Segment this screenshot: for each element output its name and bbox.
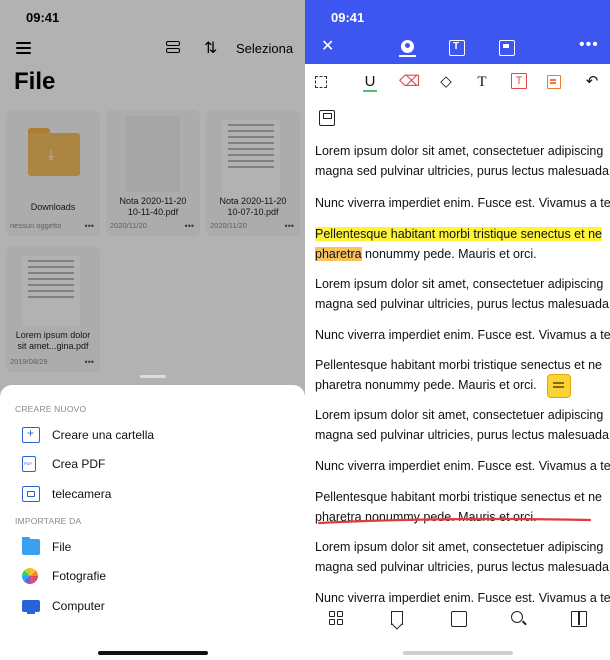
pages-icon[interactable] (451, 611, 467, 627)
action-sheet: CREARE NUOVO Creare una cartella Crea PD… (0, 375, 305, 660)
bookmark-icon[interactable] (391, 611, 403, 625)
reading-mode-icon[interactable] (571, 611, 587, 627)
annotate-tab-icon[interactable] (399, 40, 416, 57)
paragraph: Lorem ipsum dolor sit amet, consectetuer… (315, 144, 609, 178)
camera-scan-icon (22, 486, 40, 502)
save-icon[interactable] (319, 110, 335, 126)
camera-item[interactable]: telecamera (22, 483, 292, 505)
item-label: telecamera (52, 487, 112, 501)
import-files-item[interactable]: File (22, 536, 292, 558)
more-icon[interactable]: ••• (579, 36, 599, 54)
item-label: File (52, 540, 72, 554)
editor-topbar: 09:41 ✕ ••• (305, 0, 610, 64)
create-folder-item[interactable]: Creare una cartella (22, 424, 292, 446)
paragraph: Lorem ipsum dolor sit amet, consectetuer… (315, 408, 609, 442)
highlight-yellow[interactable]: Pellentesque habitant morbi tristique se… (315, 227, 602, 241)
files-folder-icon (22, 537, 40, 555)
highlighter-eraser-icon[interactable]: ⌫ (399, 73, 420, 91)
photos-icon (22, 568, 38, 584)
select-area-icon[interactable] (315, 76, 327, 88)
paragraph-highlighted[interactable]: Pellentesque habitant morbi tristique se… (315, 224, 610, 264)
status-time: 09:41 (331, 10, 365, 25)
close-icon[interactable]: ✕ (321, 39, 334, 55)
import-computer-item[interactable]: Computer (22, 595, 292, 617)
item-label: Fotografie (52, 569, 107, 583)
paragraph: Nunc viverra imperdiet enim. Fusce est. … (315, 196, 610, 210)
item-label: Creare una cartella (52, 428, 155, 442)
computer-wifi-icon (22, 600, 40, 614)
item-label: Crea PDF (52, 457, 106, 471)
textbox-tool-icon[interactable]: T (511, 73, 527, 89)
files-screen: 09:41 ⇅ Seleziona File ⤓ Downloads nessu… (0, 0, 305, 660)
undo-icon[interactable]: ↶ (583, 73, 601, 91)
note-tool-icon[interactable] (547, 75, 561, 89)
import-photos-item[interactable]: Fotografie (22, 565, 292, 587)
search-icon[interactable] (511, 611, 523, 623)
create-pdf-item[interactable]: Crea PDF (22, 453, 292, 475)
comment-note-icon[interactable] (547, 374, 571, 398)
text-tool-icon[interactable]: T (473, 73, 491, 91)
paragraph: Lorem ipsum dolor sit amet, consectetuer… (315, 540, 609, 574)
image-edit-tab-icon[interactable] (499, 40, 515, 56)
home-indicator (98, 651, 208, 655)
section-header-create: CREARE NUOVO (15, 404, 87, 414)
eraser-icon[interactable]: ◇ (437, 73, 455, 91)
sheet-grabber[interactable] (140, 375, 166, 378)
editor-bottom-bar (305, 605, 610, 635)
section-header-import: IMPORTARE DA (15, 516, 82, 526)
pdf-icon (22, 456, 36, 472)
folder-plus-icon (22, 426, 40, 443)
paragraph: Nunc viverra imperdiet enim. Fusce est. … (315, 459, 610, 473)
red-ink-underline[interactable] (317, 516, 592, 526)
home-indicator (403, 651, 513, 655)
underline-icon[interactable]: U (361, 73, 379, 92)
pdf-editor-screen: 09:41 ✕ ••• U ⌫ ◇ T T ↶ Lorem ipsum dolo… (305, 0, 610, 660)
paragraph: Nunc viverra imperdiet enim. Fusce est. … (315, 328, 610, 342)
text-edit-tab-icon[interactable] (449, 40, 465, 56)
thumbnails-grid-icon[interactable] (329, 611, 345, 627)
item-label: Computer (52, 599, 105, 613)
highlight-orange[interactable]: pharetra (315, 247, 362, 261)
annotation-toolbar: U ⌫ ◇ T T ↶ (305, 70, 610, 94)
paragraph: Lorem ipsum dolor sit amet, consectetuer… (315, 277, 609, 311)
